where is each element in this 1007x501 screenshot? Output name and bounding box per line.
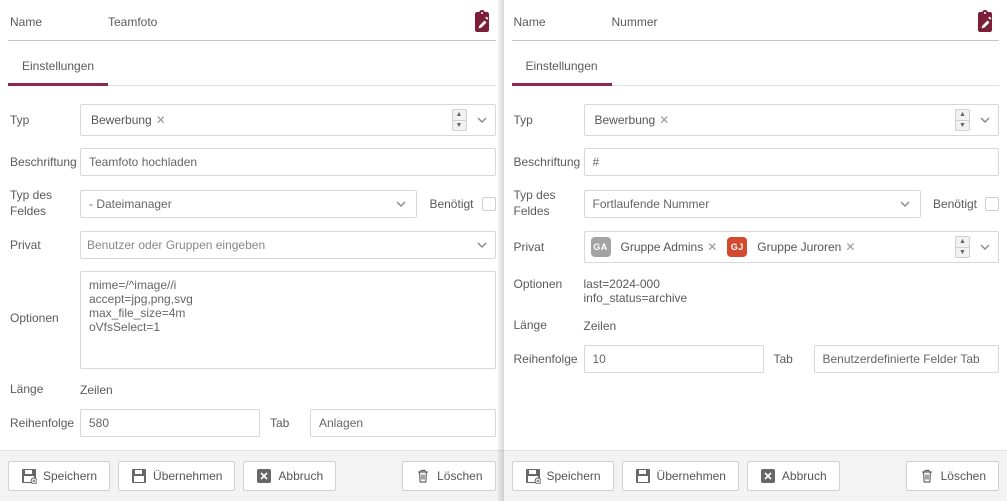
privat-multiselect[interactable]: GA Gruppe Admins ✕ GJ Gruppe Juroren ✕ [584,231,1000,263]
chip-remove-icon[interactable]: ✕ [707,240,717,254]
label-optionen: Optionen [512,275,584,291]
footer-right: Speichern Übernehmen Abbruch Löschen [504,450,1007,501]
label-feldtyp: Typ des Feldes [512,188,584,219]
label-typ: Typ [512,113,584,127]
group-badge: GA [591,237,611,257]
tab-settings[interactable]: Einstellungen [8,51,108,86]
stepper-icon[interactable]: ▲▼ [955,109,970,131]
clipboard-edit-icon[interactable] [971,8,999,36]
label-benoetigt: Benötigt [429,197,473,211]
loeschen-button[interactable]: Löschen [906,461,999,491]
label-name: Name [8,15,108,29]
typ-chip: Bewerbung ✕ [591,111,674,129]
feldtyp-select[interactable]: Fortlaufende Nummer [584,190,921,218]
trash-icon [415,468,431,484]
value-name: Teamfoto [108,15,468,29]
label-feldtyp: Typ des Feldes [8,188,80,219]
pane-right: Name Nummer Einstellungen Typ Bewer [504,0,1007,501]
save-icon [131,468,147,484]
beschriftung-input[interactable] [80,148,496,176]
footer-left: Speichern Übernehmen Abbruch Löschen [0,450,504,501]
privat-chip: Gruppe Juroren ✕ [753,238,859,256]
chevron-down-icon[interactable] [475,117,489,123]
reihenfolge-input[interactable] [80,409,260,437]
chip-remove-icon[interactable]: ✕ [156,113,166,127]
privat-multiselect[interactable]: Benutzer oder Gruppen eingeben [80,231,496,259]
close-icon [256,468,272,484]
tab-input[interactable] [310,409,496,437]
save-icon [635,468,651,484]
label-beschriftung: Beschriftung [8,155,80,169]
group-badge: GJ [727,237,747,257]
loeschen-button[interactable]: Löschen [402,461,495,491]
chip-remove-icon[interactable]: ✕ [845,240,855,254]
speichern-button[interactable]: Speichern [512,461,614,491]
label-optionen: Optionen [8,271,80,325]
optionen-text: last=2024-000 info_status=archive [584,275,1000,305]
label-reihenfolge: Reihenfolge [512,352,584,366]
save-new-icon [525,468,541,484]
label-tab: Tab [270,416,300,430]
chevron-down-icon[interactable] [978,244,992,250]
chevron-down-icon[interactable] [978,117,992,123]
label-benoetigt: Benötigt [933,197,977,211]
privat-chip: Gruppe Admins ✕ [617,238,722,256]
close-icon [760,468,776,484]
label-tab: Tab [774,352,804,366]
abbruch-button[interactable]: Abbruch [747,461,840,491]
label-name: Name [512,15,612,29]
pane-left: Name Teamfoto Einstellungen Typ Bew [0,0,504,501]
save-new-icon [21,468,37,484]
label-reihenfolge: Reihenfolge [8,416,80,430]
stepper-icon[interactable]: ▲▼ [452,109,467,131]
beschriftung-input[interactable] [584,148,1000,176]
trash-icon [919,468,935,484]
label-beschriftung: Beschriftung [512,155,584,169]
tab-settings[interactable]: Einstellungen [512,51,612,86]
value-name: Nummer [612,15,972,29]
typ-chip: Bewerbung ✕ [87,111,170,129]
reihenfolge-input[interactable] [584,345,764,373]
chip-remove-icon[interactable]: ✕ [659,113,669,127]
clipboard-edit-icon[interactable] [468,8,496,36]
benoetigt-checkbox[interactable] [985,197,999,211]
label-laenge: Länge [8,382,80,396]
benoetigt-checkbox[interactable] [482,197,496,211]
optionen-textarea[interactable] [80,271,496,369]
feldtyp-select[interactable]: - Dateimanager [80,190,417,218]
label-zeilen: Zeilen [584,317,1000,333]
label-typ: Typ [8,113,80,127]
label-zeilen: Zeilen [80,381,496,397]
stepper-icon[interactable]: ▲▼ [955,236,970,258]
chevron-down-icon [898,201,912,207]
label-privat: Privat [8,238,80,252]
uebernehmen-button[interactable]: Übernehmen [118,461,235,491]
abbruch-button[interactable]: Abbruch [243,461,336,491]
uebernehmen-button[interactable]: Übernehmen [622,461,739,491]
typ-multiselect[interactable]: Bewerbung ✕ ▲▼ [584,104,1000,136]
speichern-button[interactable]: Speichern [8,461,110,491]
label-laenge: Länge [512,318,584,332]
label-privat: Privat [512,240,584,254]
chevron-down-icon[interactable] [475,242,489,248]
typ-multiselect[interactable]: Bewerbung ✕ ▲▼ [80,104,496,136]
chevron-down-icon [394,201,408,207]
tab-input[interactable] [814,345,1000,373]
